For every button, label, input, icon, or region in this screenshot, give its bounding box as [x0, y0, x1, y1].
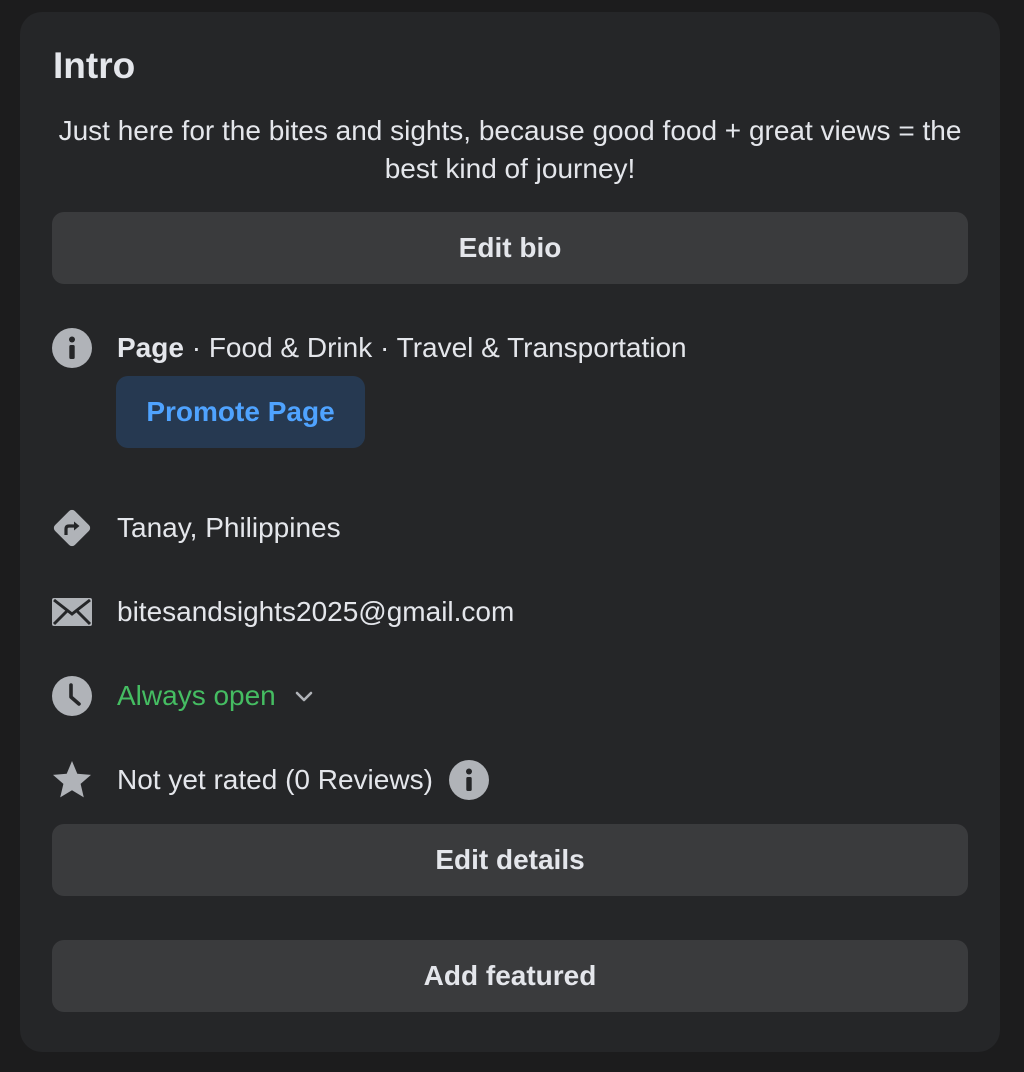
email-row: bitesandsights2025@gmail.com	[52, 592, 514, 632]
category-travel[interactable]: Travel & Transportation	[397, 332, 687, 363]
info-icon	[52, 328, 92, 368]
intro-title: Intro	[53, 45, 136, 86]
category-separator: ·	[183, 332, 209, 363]
chevron-down-icon[interactable]	[294, 689, 314, 703]
promote-page-button[interactable]: Promote Page	[116, 376, 365, 448]
category-separator: ·	[372, 332, 397, 363]
intro-card: Intro Just here for the bites and sights…	[20, 12, 1000, 1052]
directions-icon	[52, 508, 92, 548]
category-line: Page · Food & Drink · Travel & Transport…	[117, 332, 687, 364]
envelope-icon	[52, 592, 92, 632]
location-text[interactable]: Tanay, Philippines	[117, 512, 341, 544]
edit-bio-button[interactable]: Edit bio	[52, 212, 968, 284]
category-food-drink[interactable]: Food & Drink	[209, 332, 372, 363]
star-icon	[52, 760, 92, 800]
rating-text: Not yet rated (0 Reviews)	[117, 764, 433, 795]
hours-row[interactable]: Always open	[52, 676, 314, 716]
page-type-label: Page	[117, 332, 184, 363]
add-featured-button[interactable]: Add featured	[52, 940, 968, 1012]
location-row: Tanay, Philippines	[52, 508, 341, 548]
edit-details-button[interactable]: Edit details	[52, 824, 968, 896]
info-icon[interactable]	[448, 760, 489, 800]
category-row: Page · Food & Drink · Travel & Transport…	[52, 328, 687, 368]
bio-text: Just here for the bites and sights, beca…	[58, 115, 962, 184]
email-text[interactable]: bitesandsights2025@gmail.com	[117, 596, 514, 628]
clock-icon	[52, 676, 92, 716]
hours-text[interactable]: Always open	[117, 680, 276, 712]
rating-row: Not yet rated (0 Reviews)	[52, 760, 489, 800]
